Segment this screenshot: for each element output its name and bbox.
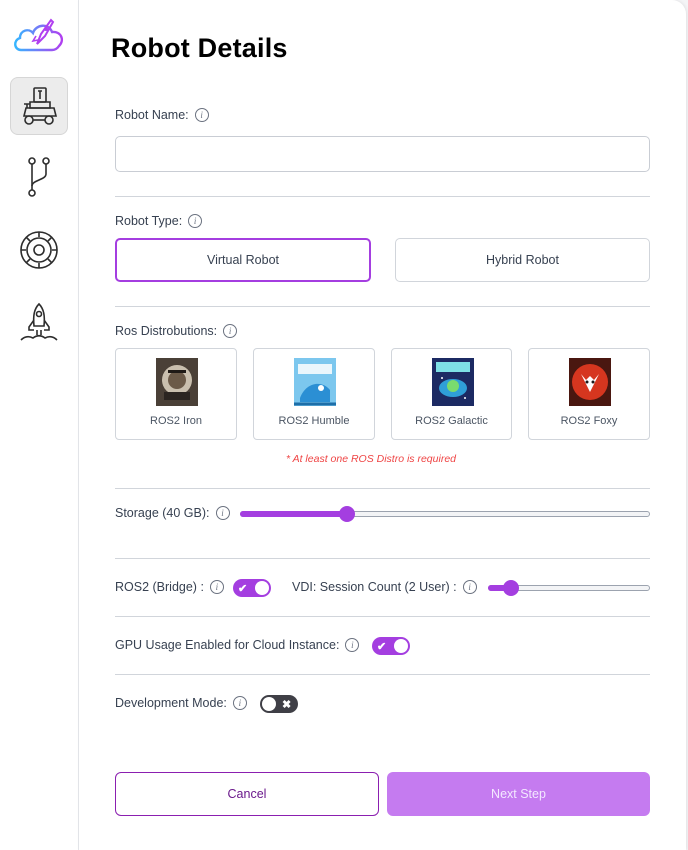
distro-name: ROS2 Iron [150, 415, 202, 427]
hybrid-robot-label: Hybrid Robot [486, 253, 559, 267]
divider [115, 196, 650, 197]
sidebar-item-robot[interactable] [10, 77, 68, 135]
info-icon[interactable]: i [215, 506, 230, 520]
storage-label-text: Storage (40 GB): [115, 506, 210, 520]
ros2-foxy-logo [569, 358, 611, 406]
cancel-button-label: Cancel [227, 787, 267, 801]
virtual-robot-label: Virtual Robot [206, 253, 280, 267]
ros-distros-label-text: Ros Distrobutions: [115, 324, 218, 338]
info-icon[interactable]: i [223, 324, 238, 338]
vdi-session-label: VDI: Session Count (2 User) : i [292, 580, 477, 594]
divider [115, 306, 650, 307]
next-step-button[interactable]: Next Step [387, 772, 650, 816]
info-icon[interactable]: i [232, 696, 247, 710]
robot-icon [18, 85, 60, 127]
ros2-galactic-logo [432, 358, 474, 406]
divider [115, 488, 650, 489]
storage-label: Storage (40 GB): i [115, 506, 230, 520]
robot-type-label-text: Robot Type: [115, 214, 183, 228]
ros-distro-error: * At least one ROS Distro is required [285, 453, 456, 465]
info-icon[interactable]: i [345, 638, 360, 652]
storage-slider-thumb[interactable] [339, 506, 355, 522]
next-step-button-label: Next Step [491, 787, 546, 801]
development-mode-label-text: Development Mode: [115, 696, 227, 710]
robot-name-input[interactable] [115, 136, 650, 172]
page-title: Robot Details [111, 33, 288, 63]
hybrid-robot-option[interactable]: Hybrid Robot [395, 238, 650, 282]
robot-name-label: Robot Name: i [115, 108, 209, 122]
distro-name: ROS2 Galactic [415, 415, 488, 427]
vdi-session-slider[interactable] [488, 580, 650, 596]
robot-name-label-text: Robot Name: [115, 108, 189, 122]
check-icon: ✔ [238, 582, 248, 595]
sidebar-item-settings[interactable] [10, 221, 68, 279]
distro-name: ROS2 Humble [278, 415, 350, 427]
vdi-session-label-text: VDI: Session Count (2 User) : [292, 580, 457, 594]
ros2-humble-logo [294, 358, 336, 406]
cancel-button[interactable]: Cancel [115, 772, 379, 816]
ros2-bridge-label: ROS2 (Bridge) : i [115, 580, 224, 594]
sidebar-item-launch[interactable] [10, 293, 68, 351]
sidebar [0, 0, 79, 850]
gpu-usage-label-text: GPU Usage Enabled for Cloud Instance: [115, 638, 340, 652]
info-icon[interactable]: i [209, 580, 224, 594]
gpu-usage-label: GPU Usage Enabled for Cloud Instance: i [115, 638, 360, 652]
sidebar-item-branch[interactable] [10, 148, 68, 206]
cloud-rocket-logo[interactable] [11, 14, 67, 56]
divider [115, 558, 650, 559]
development-mode-label: Development Mode: i [115, 696, 247, 710]
development-mode-toggle[interactable]: ✖ [260, 695, 298, 713]
distro-card-ros2-iron[interactable]: ROS2 Iron [115, 348, 237, 440]
toggle-knob [394, 639, 408, 653]
close-icon: ✖ [282, 698, 292, 711]
ros2-bridge-toggle[interactable]: ✔ [233, 579, 271, 597]
branch-icon [24, 155, 54, 199]
gpu-usage-toggle[interactable]: ✔ [372, 637, 410, 655]
toggle-knob [255, 581, 269, 595]
gear-icon [18, 229, 60, 271]
distro-card-ros2-humble[interactable]: ROS2 Humble [253, 348, 375, 440]
distro-card-ros2-foxy[interactable]: ROS2 Foxy [528, 348, 650, 440]
check-icon: ✔ [377, 640, 387, 653]
ros-distros-label: Ros Distrobutions: i [115, 324, 238, 338]
distro-name: ROS2 Foxy [560, 415, 618, 427]
virtual-robot-option[interactable]: Virtual Robot [115, 238, 371, 282]
storage-slider-fill [240, 511, 348, 517]
robot-type-label: Robot Type: i [115, 214, 203, 228]
divider [115, 674, 650, 675]
vdi-slider-thumb[interactable] [503, 580, 519, 596]
divider [115, 616, 650, 617]
storage-slider[interactable] [240, 506, 650, 522]
info-icon[interactable]: i [188, 214, 203, 228]
info-icon[interactable]: i [194, 108, 209, 122]
info-icon[interactable]: i [462, 580, 477, 594]
distro-card-ros2-galactic[interactable]: ROS2 Galactic [391, 348, 512, 440]
ros2-iron-logo [156, 358, 198, 406]
rocket-launch-icon [17, 300, 61, 344]
toggle-knob [262, 697, 276, 711]
ros2-bridge-label-text: ROS2 (Bridge) : [115, 580, 204, 594]
